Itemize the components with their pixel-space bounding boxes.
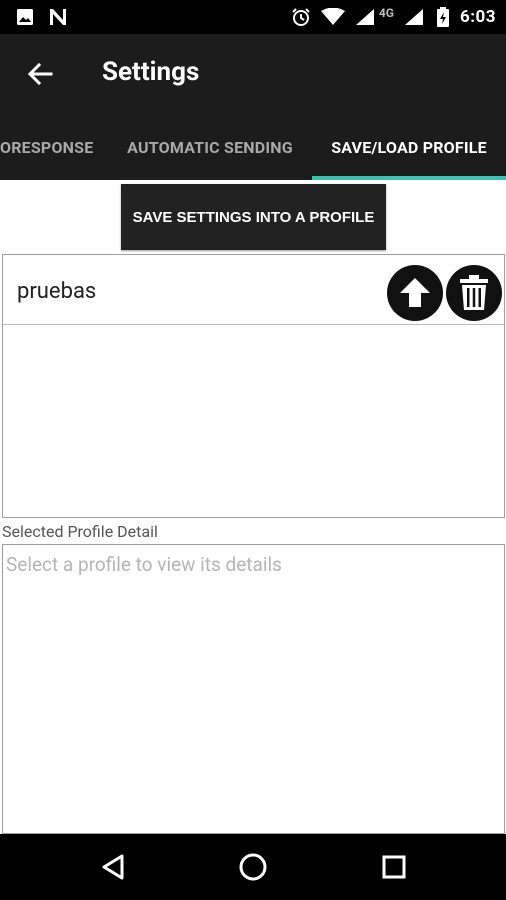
upload-arrow-icon [397,275,433,311]
tab-label: SAVE/LOAD PROFILE [331,137,487,157]
alarm-icon [291,7,311,27]
navigation-bar [0,834,506,900]
tab-save-load-profile[interactable]: SAVE/LOAD PROFILE [312,114,506,180]
page-title: Settings [102,57,200,87]
system-icons: 4G 6:03 [291,6,496,28]
load-profile-button[interactable] [387,265,443,321]
image-icon [16,8,34,26]
list-item[interactable]: pruebas [3,255,504,325]
home-circle-icon [238,852,268,882]
tab-label: AUTOMATIC SENDING [127,137,293,157]
cell-signal-icon [355,8,377,26]
notification-icons [16,7,68,27]
profile-detail-box: Select a profile to view its details [2,544,505,834]
back-triangle-icon [100,853,126,881]
arrow-left-icon [27,61,53,87]
wifi-icon [320,8,345,26]
nav-back-button[interactable] [93,847,133,887]
tab-indicator [312,176,506,180]
app-bar: Settings [0,34,506,114]
detail-placeholder: Select a profile to view its details [6,553,282,576]
nav-home-button[interactable] [233,847,273,887]
tab-bar: ORESPONSE AUTOMATIC SENDING SAVE/LOAD PR… [0,114,506,180]
profile-name: pruebas [17,279,97,304]
tab-label: ORESPONSE [0,137,94,157]
status-time: 6:03 [459,7,496,27]
network-type: 4G [378,6,394,20]
trash-icon [458,275,490,311]
cell-signal-icon-2 [404,8,426,26]
delete-profile-button[interactable] [446,265,502,321]
status-bar: 4G 6:03 [0,0,506,34]
detail-label: Selected Profile Detail [2,522,158,541]
recents-square-icon [381,854,407,880]
battery-charging-icon [436,7,450,27]
tab-autoresponse[interactable]: ORESPONSE [0,114,100,180]
save-settings-button[interactable]: SAVE SETTINGS INTO A PROFILE [121,184,386,250]
nav-recents-button[interactable] [374,847,414,887]
back-button[interactable] [20,54,60,94]
profile-list: pruebas [2,254,505,518]
n-notification-icon [48,8,68,26]
tab-automatic-sending[interactable]: AUTOMATIC SENDING [110,114,310,180]
